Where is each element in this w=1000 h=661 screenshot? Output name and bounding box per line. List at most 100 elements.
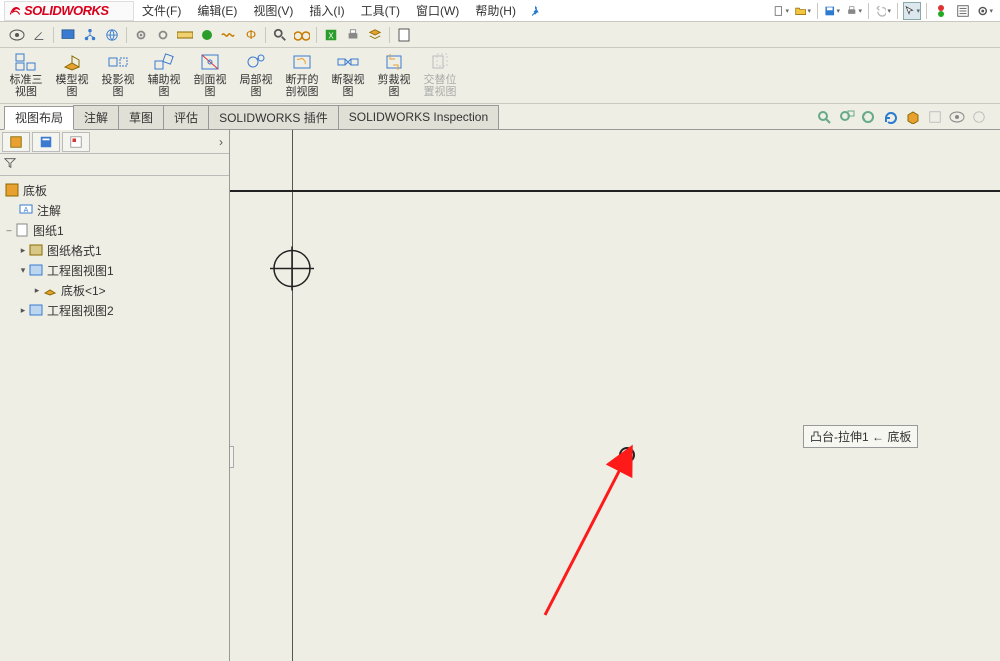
angle-icon[interactable] <box>30 26 48 44</box>
command-tabs: 视图布局 注解 草图 评估 SOLIDWORKS 插件 SOLIDWORKS I… <box>0 104 1000 130</box>
tree-filter-row <box>0 154 229 176</box>
drawing-doc-icon <box>4 183 20 197</box>
ribbon-label-l2: 图 <box>343 86 354 98</box>
sheet-format-icon <box>28 243 44 257</box>
zoom-area-icon[interactable] <box>838 108 856 126</box>
options-form-icon[interactable] <box>954 2 972 20</box>
tree-root[interactable]: 底板 <box>0 180 229 200</box>
menu-insert[interactable]: 插入(I) <box>301 0 352 22</box>
ribbon-label-l1: 辅助视 <box>148 74 181 86</box>
ribbon-label-l2: 图 <box>205 86 216 98</box>
ribbon-section-view[interactable]: 剖面视 图 <box>190 50 230 98</box>
filter-icon[interactable] <box>4 157 16 172</box>
display-icon[interactable] <box>59 26 77 44</box>
save-icon[interactable] <box>823 2 841 20</box>
ribbon-label-l2: 视图 <box>15 86 37 98</box>
print-icon[interactable] <box>845 2 863 20</box>
ribbon-auxiliary-view[interactable]: 辅助视 图 <box>144 50 184 98</box>
target-green-icon[interactable] <box>198 26 216 44</box>
ribbon-model-view[interactable]: 模型视 图 <box>52 50 92 98</box>
open-file-icon[interactable] <box>794 2 812 20</box>
panel-splitter-handle[interactable] <box>230 446 234 468</box>
ribbon-label-l1: 剪裁视 <box>378 74 411 86</box>
phi-icon[interactable]: Φ <box>242 26 260 44</box>
select-cursor-icon[interactable] <box>903 2 921 20</box>
ribbon-broken-out-section[interactable]: 断开的 剖视图 <box>282 50 322 98</box>
tab-annotation[interactable]: 注解 <box>73 105 119 129</box>
menu-bar: SOLIDWORKS 文件(F) 编辑(E) 视图(V) 插入(I) 工具(T)… <box>0 0 1000 22</box>
panel-collapse-arrow-icon[interactable]: › <box>219 135 223 149</box>
undo-icon[interactable] <box>874 2 892 20</box>
ribbon-alternate-position: 交替位 置视图 <box>420 50 460 98</box>
previous-zoom-icon[interactable] <box>860 108 878 126</box>
tab-evaluate[interactable]: 评估 <box>163 105 209 129</box>
pin-icon[interactable] <box>526 2 544 20</box>
new-file-icon[interactable] <box>772 2 790 20</box>
ribbon-label-l1: 局部视 <box>240 74 273 86</box>
ruler-icon[interactable] <box>176 26 194 44</box>
tree-drawing-view1[interactable]: ▾ 工程图视图1 <box>0 260 229 280</box>
tab-sw-addins[interactable]: SOLIDWORKS 插件 <box>208 105 339 129</box>
alternate-position-icon <box>429 52 451 72</box>
display-style-icon[interactable] <box>926 108 944 126</box>
tree-collapse-icon[interactable]: – <box>4 225 14 235</box>
tab-sketch[interactable]: 草图 <box>118 105 164 129</box>
rotate-view-icon[interactable] <box>882 108 900 126</box>
ribbon-break-view[interactable]: 断裂视 图 <box>328 50 368 98</box>
tab-sw-inspection[interactable]: SOLIDWORKS Inspection <box>338 105 499 129</box>
tree-label: 图纸1 <box>33 222 64 239</box>
view-cube-icon[interactable] <box>904 108 922 126</box>
ribbon-crop-view[interactable]: 剪裁视 图 <box>374 50 414 98</box>
menu-help[interactable]: 帮助(H) <box>467 0 524 22</box>
eye-icon[interactable] <box>8 26 26 44</box>
settings-gear-icon[interactable] <box>976 2 994 20</box>
tree-drawing-view2[interactable]: ▸ 工程图视图2 <box>0 300 229 320</box>
excel-icon[interactable]: X <box>322 26 340 44</box>
ribbon-standard-3view[interactable]: 标准三 视图 <box>6 50 46 98</box>
gear-icon[interactable] <box>132 26 150 44</box>
gear2-icon[interactable] <box>154 26 172 44</box>
ribbon-label-l2: 置视图 <box>424 86 457 98</box>
tree-part-instance[interactable]: ▸ 底板<1> <box>0 280 229 300</box>
ribbon-projected-view[interactable]: 投影视 图 <box>98 50 138 98</box>
tree-sheet-format[interactable]: ▸ 图纸格式1 <box>0 240 229 260</box>
projected-view-icon <box>107 52 129 72</box>
layers-icon[interactable] <box>366 26 384 44</box>
drawing-canvas[interactable]: 凸台-拉伸1 ← 底板 <box>230 130 1000 661</box>
globe-icon[interactable] <box>103 26 121 44</box>
tab-view-layout[interactable]: 视图布局 <box>4 106 74 130</box>
doc2-icon[interactable] <box>395 26 413 44</box>
feature-tree: 底板 A 注解 – 图纸1 ▸ 图纸格式1 <box>0 176 229 661</box>
tree-label: 底板 <box>23 182 47 199</box>
tree-expand-icon[interactable]: ▸ <box>32 285 42 296</box>
hide-show-eye-icon[interactable] <box>948 108 966 126</box>
rebuild-icon[interactable] <box>932 2 950 20</box>
tree-expand-icon[interactable]: ▸ <box>18 245 28 256</box>
tree-expand-icon[interactable]: ▸ <box>18 305 28 316</box>
scene-icon[interactable] <box>970 108 988 126</box>
zoom-fit-icon[interactable] <box>816 108 834 126</box>
tree-label: 注解 <box>37 202 61 219</box>
ribbon-detail-view[interactable]: 局部视 图 <box>236 50 276 98</box>
menu-edit[interactable]: 编辑(E) <box>189 0 245 22</box>
panel-tab-property-manager[interactable] <box>32 132 60 152</box>
tree-sheet[interactable]: – 图纸1 <box>0 220 229 240</box>
broken-out-section-icon <box>291 52 313 72</box>
search-icon[interactable] <box>271 26 289 44</box>
wave-icon[interactable] <box>220 26 238 44</box>
ribbon-label-l2: 图 <box>159 86 170 98</box>
detail-view-icon <box>245 52 267 72</box>
hierarchy-icon[interactable] <box>81 26 99 44</box>
print2-icon[interactable] <box>344 26 362 44</box>
menu-window[interactable]: 窗口(W) <box>408 0 467 22</box>
tree-label: 工程图视图2 <box>47 302 114 319</box>
panel-tab-configuration[interactable] <box>62 132 90 152</box>
menu-view[interactable]: 视图(V) <box>245 0 301 22</box>
menu-tools[interactable]: 工具(T) <box>353 0 408 22</box>
binocular-icon[interactable] <box>293 26 311 44</box>
tree-collapse-icon[interactable]: ▾ <box>18 265 28 276</box>
tree-annotations[interactable]: A 注解 <box>0 200 229 220</box>
menu-file[interactable]: 文件(F) <box>134 0 189 22</box>
panel-tab-feature-tree[interactable] <box>2 132 30 152</box>
auxiliary-view-icon <box>153 52 175 72</box>
